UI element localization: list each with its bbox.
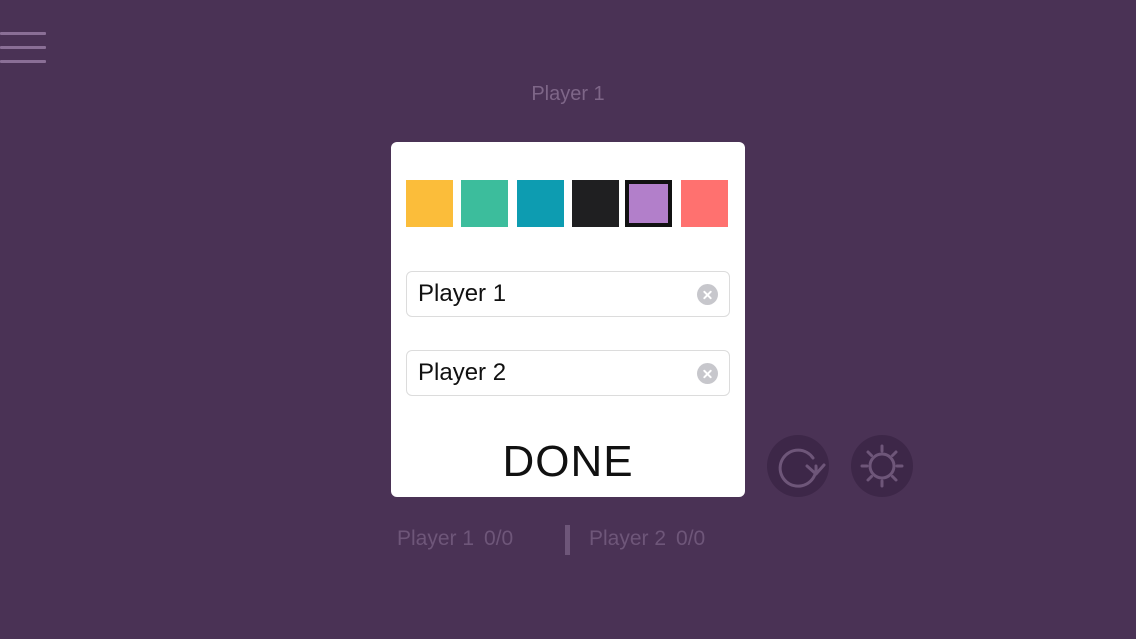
player1-score-value: 0/0 bbox=[484, 527, 514, 550]
player-settings-dialog: DONE bbox=[391, 142, 745, 497]
menu-line bbox=[0, 32, 46, 35]
done-button[interactable]: DONE bbox=[391, 434, 745, 490]
score-divider bbox=[565, 525, 570, 555]
menu-line bbox=[0, 46, 46, 49]
player1-name-field bbox=[406, 271, 730, 317]
menu-line bbox=[0, 60, 46, 63]
player2-name-field bbox=[406, 350, 730, 396]
sun-settings-icon bbox=[860, 444, 904, 488]
color-swatch-black[interactable] bbox=[572, 180, 619, 227]
color-swatch-green[interactable] bbox=[461, 180, 508, 227]
player1-name-input[interactable] bbox=[407, 272, 687, 316]
player1-score-name: Player 1 bbox=[397, 527, 475, 550]
color-swatches bbox=[406, 180, 728, 228]
clear-icon[interactable] bbox=[697, 363, 718, 384]
scoreboard: Player 1 0/0 Player 2 0/0 bbox=[0, 525, 1136, 559]
clear-icon[interactable] bbox=[697, 284, 718, 305]
settings-button[interactable] bbox=[851, 435, 913, 497]
color-swatch-teal[interactable] bbox=[517, 180, 564, 227]
player1-score: Player 1 0/0 bbox=[397, 527, 513, 551]
color-swatch-yellow[interactable] bbox=[406, 180, 453, 227]
restart-icon bbox=[778, 448, 826, 488]
hamburger-menu-icon[interactable] bbox=[0, 30, 48, 66]
player2-score: Player 2 0/0 bbox=[589, 527, 705, 551]
color-swatch-salmon[interactable] bbox=[681, 180, 728, 227]
restart-button[interactable] bbox=[767, 435, 829, 497]
current-player-label: Player 1 bbox=[531, 83, 605, 105]
color-swatch-purple[interactable] bbox=[625, 180, 672, 227]
player2-score-value: 0/0 bbox=[676, 527, 706, 550]
player2-score-name: Player 2 bbox=[589, 527, 667, 550]
player2-name-input[interactable] bbox=[407, 351, 687, 395]
